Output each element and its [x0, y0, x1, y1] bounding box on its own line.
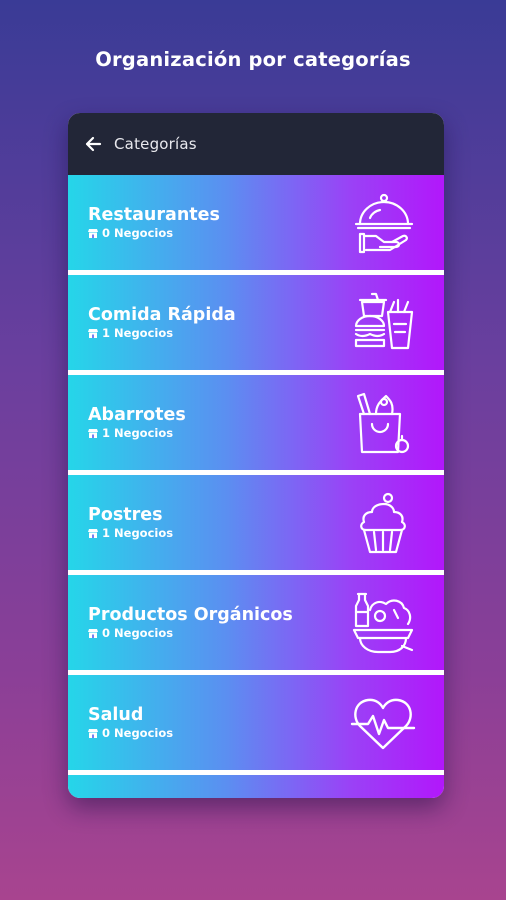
store-icon [88, 229, 98, 238]
cloche-icon [354, 193, 414, 254]
category-row-abarrotes[interactable]: Abarrotes 1 Negocios [68, 375, 444, 470]
store-icon [88, 529, 98, 538]
category-count: 0 [102, 626, 111, 640]
category-count-label: Negocios [114, 526, 174, 540]
store-icon [88, 329, 98, 338]
category-count: 0 [102, 226, 111, 240]
category-row-postres[interactable]: Postres 1 Negocios [68, 475, 444, 570]
fast-food-icon [354, 292, 414, 350]
category-title: Comida Rápida [88, 305, 236, 325]
category-row-restaurantes[interactable]: Restaurantes 0 Negocios [68, 175, 444, 270]
category-title: Salud [88, 705, 144, 725]
category-title: Restaurantes [88, 205, 220, 225]
category-list: Restaurantes 0 Negocios Comida Rápida 1 … [68, 175, 444, 798]
store-icon [88, 429, 98, 438]
category-count-label: Negocios [114, 226, 174, 240]
category-count-label: Negocios [114, 426, 174, 440]
store-icon [88, 729, 98, 738]
category-row-partial[interactable] [68, 775, 444, 798]
partial-category-icon [350, 790, 416, 798]
category-count: 1 [102, 426, 111, 440]
category-title: Abarrotes [88, 405, 186, 425]
grocery-bag-icon [356, 392, 410, 454]
store-icon [88, 629, 98, 638]
app-bar-title: Categorías [114, 135, 197, 153]
category-row-productos-organicos[interactable]: Productos Orgánicos 0 Negocios [68, 575, 444, 670]
category-title: Postres [88, 505, 163, 525]
category-row-comida-rapida[interactable]: Comida Rápida 1 Negocios [68, 275, 444, 370]
category-count: 0 [102, 726, 111, 740]
page-headline: Organización por categorías [95, 48, 411, 71]
category-count-label: Negocios [114, 726, 174, 740]
category-count-label: Negocios [114, 326, 174, 340]
heart-pulse-icon [350, 698, 416, 750]
category-count: 1 [102, 326, 111, 340]
category-row-salud[interactable]: Salud 0 Negocios [68, 675, 444, 770]
cupcake-icon [360, 492, 406, 554]
category-count-label: Negocios [114, 626, 174, 640]
back-button[interactable] [80, 131, 106, 157]
category-count: 1 [102, 526, 111, 540]
app-bar: Categorías [68, 113, 444, 175]
organic-produce-icon [352, 592, 414, 654]
arrow-left-icon [85, 136, 102, 152]
phone-screen: Categorías Restaurantes 0 Negocios Comid… [68, 113, 444, 798]
category-title: Productos Orgánicos [88, 605, 293, 625]
